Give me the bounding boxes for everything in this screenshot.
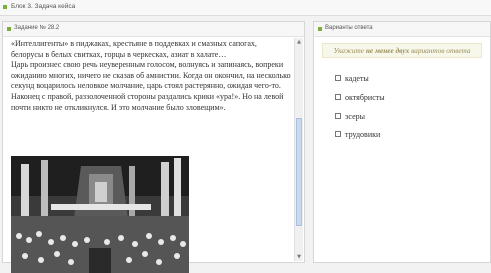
answer-panel-title: Варианты ответа	[325, 25, 373, 31]
answer-panel: Варианты ответа Укажите не менее двух ва…	[313, 21, 491, 263]
block-title: Блок 3. Задача кейса	[11, 3, 76, 10]
task-panel: Задание № 28.2 «Интеллигенты» в пиджаках…	[2, 21, 305, 273]
task-marker-icon	[7, 27, 11, 31]
hint-prefix: Укажите	[333, 46, 365, 55]
answer-marker-icon	[318, 27, 322, 31]
block-marker-icon	[3, 5, 7, 9]
option-label: эсеры	[345, 112, 366, 121]
top-bar: Блок 3. Задача кейса	[0, 0, 491, 16]
hint-suffix: вариантов ответа	[411, 46, 471, 55]
scroll-up-icon[interactable]: ▲	[295, 38, 303, 46]
checkbox[interactable]	[335, 75, 341, 81]
task-paragraph-2: Царь произнес свою речь неуверенным голо…	[11, 60, 291, 112]
historical-photo	[11, 156, 189, 273]
checkbox[interactable]	[335, 94, 341, 100]
option-label: октябристы	[345, 93, 385, 102]
task-number: Задание № 28.2	[14, 25, 60, 31]
answer-panel-header: Варианты ответа	[314, 22, 490, 37]
option-label: трудовики	[345, 130, 381, 139]
task-paragraph-1: «Интеллигенты» в пиджаках, крестьяне в п…	[11, 39, 257, 59]
hint-bold: не менее двух	[365, 46, 410, 55]
option-label: кадеты	[345, 74, 369, 83]
checkbox[interactable]	[335, 131, 341, 137]
scroll-thumb[interactable]	[296, 118, 302, 226]
task-text: «Интеллигенты» в пиджаках, крестьяне в п…	[11, 39, 291, 113]
answer-hint: Укажите не менее двух вариантов ответа	[322, 43, 482, 58]
text-scrollbar[interactable]: ▲ ▼	[294, 38, 303, 261]
duma-opening-photo-icon	[11, 156, 189, 273]
task-panel-header: Задание № 28.2	[3, 22, 304, 37]
checkbox[interactable]	[335, 113, 341, 119]
scroll-down-icon[interactable]: ▼	[295, 253, 303, 261]
